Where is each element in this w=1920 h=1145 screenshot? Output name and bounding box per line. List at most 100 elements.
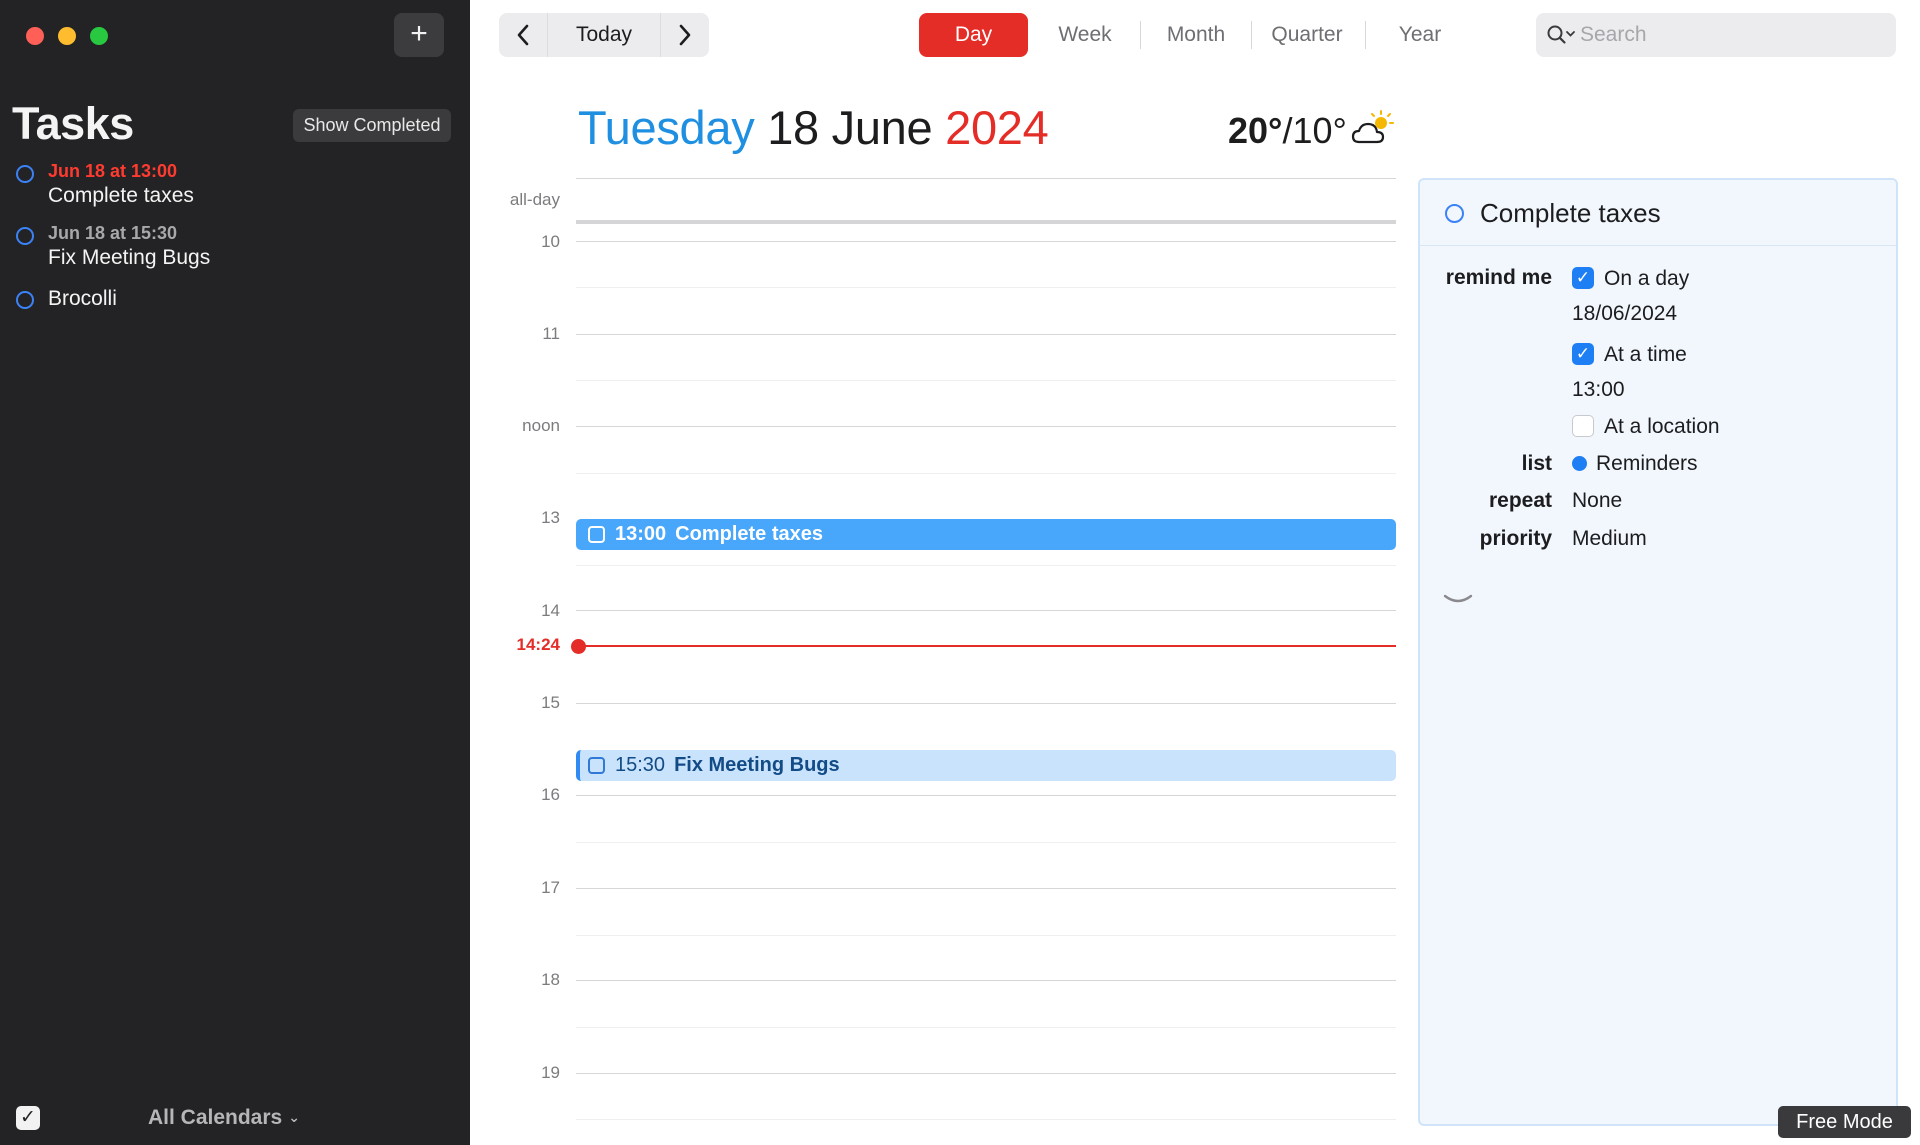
- repeat-value[interactable]: None: [1572, 489, 1622, 513]
- date-day-month: 18 June: [767, 101, 933, 154]
- minimize-window-button[interactable]: [58, 27, 76, 45]
- detail-header: Complete taxes: [1420, 180, 1896, 246]
- hour-label-16: 16: [541, 785, 560, 804]
- all-calendars-label: All Calendars: [148, 1106, 283, 1129]
- tasks-title: Tasks: [12, 98, 134, 149]
- free-mode-badge: Free Mode: [1778, 1106, 1911, 1138]
- task-due-date: Jun 18 at 13:00: [48, 161, 178, 181]
- priority-value[interactable]: Medium: [1572, 527, 1647, 551]
- search-icon: [1547, 25, 1575, 44]
- task-item-brocolli[interactable]: Brocolli: [14, 286, 454, 316]
- hour-line: [576, 980, 1396, 981]
- detail-title[interactable]: Complete taxes: [1480, 198, 1661, 229]
- search-field[interactable]: [1536, 13, 1896, 57]
- task-title: Complete taxes: [48, 184, 194, 207]
- hour-label-19: 19: [541, 1063, 560, 1082]
- search-input[interactable]: [1580, 13, 1880, 57]
- hour-label-noon: noon: [522, 416, 560, 435]
- weather-high: 20°: [1228, 110, 1283, 151]
- view-tab-quarter[interactable]: Quarter: [1252, 13, 1362, 57]
- event-time: 13:00: [615, 523, 667, 545]
- segment-divider: [1365, 21, 1366, 49]
- hour-label-14: 14: [541, 601, 560, 620]
- chevron-right-icon: [679, 24, 691, 46]
- next-day-button[interactable]: [660, 13, 709, 57]
- zoom-window-button[interactable]: [90, 27, 108, 45]
- date-navigation: Today: [499, 13, 709, 57]
- at-a-time-checkbox[interactable]: ✓: [1572, 343, 1594, 365]
- task-checkbox[interactable]: [16, 291, 34, 309]
- on-a-day-label[interactable]: On a day: [1604, 267, 1689, 291]
- all-day-label: all-day: [509, 190, 560, 209]
- current-time-line: [578, 645, 1396, 647]
- task-checkbox[interactable]: [16, 165, 34, 183]
- event-title: Complete taxes: [675, 523, 823, 545]
- list-value[interactable]: Reminders: [1572, 452, 1698, 476]
- event-checkbox[interactable]: [588, 526, 605, 543]
- close-window-button[interactable]: [26, 27, 44, 45]
- list-name: Reminders: [1596, 452, 1698, 475]
- chevron-left-icon: [517, 24, 529, 46]
- previous-day-button[interactable]: [499, 13, 548, 57]
- at-a-location-label[interactable]: At a location: [1604, 415, 1720, 439]
- hour-label-13: 13: [541, 508, 560, 527]
- half-hour-line: [576, 842, 1396, 843]
- half-hour-line: [576, 935, 1396, 936]
- hour-line: [576, 703, 1396, 704]
- event-complete-taxes[interactable]: 13:00 Complete taxes: [576, 519, 1396, 550]
- hour-line: [576, 888, 1396, 889]
- hour-label-10: 10: [541, 232, 560, 251]
- hour-label-15: 15: [541, 693, 560, 712]
- hour-line: [576, 241, 1396, 242]
- view-tab-day[interactable]: Day: [919, 13, 1028, 57]
- grid-line: [576, 178, 1396, 179]
- event-fix-meeting-bugs[interactable]: 15:30 Fix Meeting Bugs: [576, 750, 1396, 781]
- segment-divider: [1140, 21, 1141, 49]
- hour-line: [576, 426, 1396, 427]
- event-title: Fix Meeting Bugs: [674, 754, 840, 776]
- reminder-date-field[interactable]: 18/06/2024: [1572, 302, 1677, 326]
- reminder-time-field[interactable]: 13:00: [1572, 378, 1625, 402]
- all-calendars-menu[interactable]: All Calendars ⌄: [148, 1106, 300, 1130]
- at-a-location-checkbox[interactable]: [1572, 415, 1594, 437]
- event-time: 15:30: [615, 754, 666, 776]
- date-year: 2024: [945, 101, 1049, 154]
- chevron-down-icon: ⌄: [288, 1109, 300, 1125]
- date-weekday: Tuesday: [578, 101, 755, 154]
- day-view-grid[interactable]: all-day 10 11 noon 13 14 15 16 17 18 19 …: [478, 178, 1396, 1145]
- half-hour-line: [576, 1027, 1396, 1028]
- hour-line: [576, 610, 1396, 611]
- tasks-sidebar: + Tasks Show Completed Jun 18 at 13:00 C…: [0, 0, 470, 1145]
- list-color-dot: [1572, 456, 1587, 471]
- today-button[interactable]: Today: [548, 13, 660, 57]
- on-a-day-checkbox[interactable]: ✓: [1572, 267, 1594, 289]
- hour-label-17: 17: [541, 878, 560, 897]
- all-day-row[interactable]: [576, 220, 1396, 224]
- half-hour-line: [576, 380, 1396, 381]
- task-item-fix-meeting-bugs[interactable]: Jun 18 at 15:30 Fix Meeting Bugs: [14, 222, 454, 276]
- current-time-dot: [571, 639, 586, 654]
- show-tasks-checkbox[interactable]: ✓: [16, 1106, 40, 1130]
- half-hour-line: [576, 565, 1396, 566]
- chevron-down-icon[interactable]: [1442, 592, 1474, 608]
- view-tab-year[interactable]: Year: [1370, 13, 1470, 57]
- list-label: list: [1521, 452, 1552, 475]
- task-item-complete-taxes[interactable]: Jun 18 at 13:00 Complete taxes: [14, 160, 454, 214]
- task-due-date: Jun 18 at 15:30: [48, 223, 178, 243]
- view-tab-week[interactable]: Week: [1040, 13, 1130, 57]
- show-completed-button[interactable]: Show Completed: [293, 109, 451, 142]
- hour-line: [576, 334, 1396, 335]
- weather-readout: 20°/10°: [1228, 110, 1347, 152]
- event-checkbox[interactable]: [588, 757, 605, 774]
- task-checkbox[interactable]: [16, 227, 34, 245]
- current-time-label: 14:24: [516, 635, 560, 654]
- hour-label-18: 18: [541, 970, 560, 989]
- at-a-time-label[interactable]: At a time: [1604, 343, 1687, 367]
- reminder-detail-panel: Complete taxes remind me ✓ On a day 18/0…: [1418, 178, 1898, 1126]
- weather-low: /10°: [1282, 110, 1347, 151]
- detail-complete-checkbox[interactable]: [1445, 204, 1464, 223]
- view-tab-month[interactable]: Month: [1148, 13, 1244, 57]
- hour-line: [576, 795, 1396, 796]
- add-task-button[interactable]: +: [394, 13, 444, 57]
- task-title: Brocolli: [48, 287, 117, 310]
